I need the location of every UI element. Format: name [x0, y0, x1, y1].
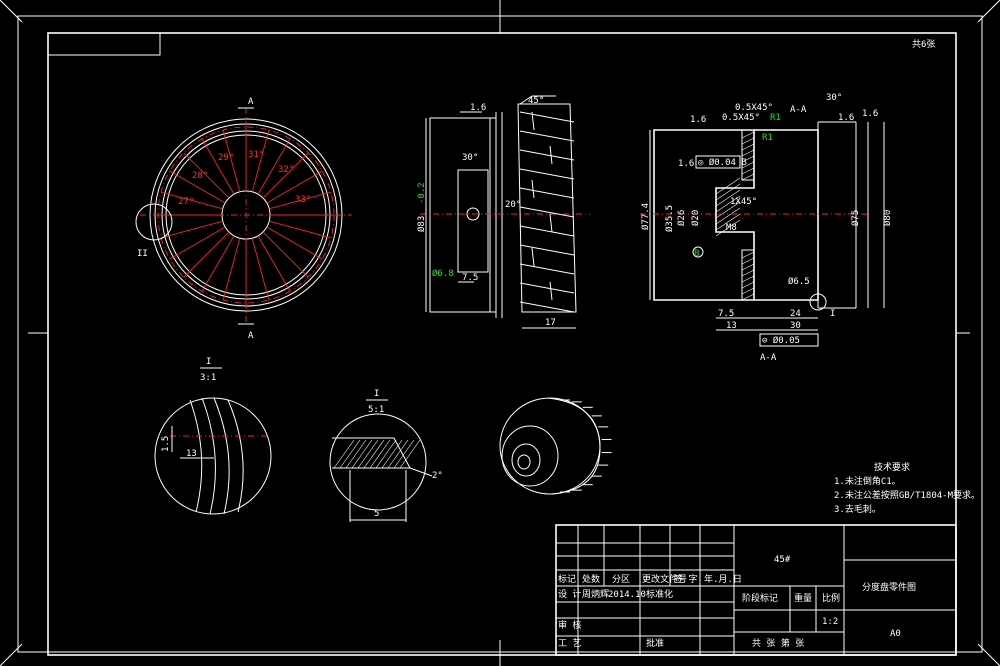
front-view: II A A 29° 31° 32° 33° 28° 27° [135, 97, 352, 341]
dia-20: Ø20 [690, 210, 701, 226]
detail2-den: 5:1 [368, 405, 384, 415]
lbl-approve: 批准 [646, 637, 664, 649]
rough-2: 1.6 [838, 113, 854, 123]
tol-frame: ◎ Ø0.04 B [698, 157, 747, 168]
gear-teeth-side [519, 111, 575, 313]
angle-label-4: 33° [295, 195, 311, 205]
angle-label-3: 32° [278, 165, 294, 175]
len-24: 24 [790, 309, 801, 319]
tech-req-title: 技术要求 [874, 461, 910, 473]
lbl-ymd: 年.月.日 [704, 573, 742, 585]
lbl-count: 处数 [582, 573, 600, 585]
radius-1: R1 [770, 113, 781, 123]
section-bottom-title: A-A [760, 353, 777, 363]
len-30: 30 [790, 321, 801, 331]
section-label-bottom: A [248, 331, 254, 341]
len-13: 13 [726, 321, 737, 331]
detail1-den: 3:1 [200, 373, 216, 383]
lbl-stage: 阶段标记 [742, 592, 778, 604]
drawing-name: 分度盘零件图 [862, 581, 916, 593]
rough-1: 1.6 [690, 115, 706, 125]
sheet-size: A0 [890, 629, 901, 639]
flatness-frame: ⊖ Ø0.05 [762, 335, 800, 346]
chamfer-c1: 1X45° [730, 197, 757, 207]
detail1-num: I [206, 357, 211, 367]
dia-26: Ø26 [676, 210, 687, 226]
angle-top: 45° [528, 96, 544, 106]
detail1-d15: 1.5 [161, 436, 171, 452]
lbl-review: 审 核 [558, 619, 581, 631]
detail2-d5: 5 [374, 509, 379, 519]
rough-3: 1.6 [862, 109, 878, 119]
section-label-top: A [248, 97, 254, 107]
material-label: 45# [774, 555, 791, 565]
dia-77: Ø77.4 [640, 203, 651, 230]
angle-label-6: 27° [178, 197, 194, 207]
dim-17-side: 17 [545, 318, 556, 328]
isometric-view [499, 397, 612, 495]
dia-side: Ø83 [416, 216, 427, 232]
corner-note: 共6张 [912, 39, 935, 50]
title-block: 45# 分度盘零件图 A0 1:2 2014.10 标记 处数 分区 更改文件号… [555, 524, 957, 656]
tech-req-3: 3.去毛刺。 [834, 503, 881, 515]
iso-teeth [560, 399, 612, 493]
tech-req-1: 1.未注倒角C1。 [834, 475, 901, 487]
radius-2: R1 [762, 133, 773, 143]
dia-35: Ø35.5 [664, 205, 675, 232]
chamfer-2: 0.5X45° [722, 113, 760, 123]
technical-requirements: 技术要求 1.未注倒角C1。 2.未注公差按照GB/T1804-M要求。 3.去… [834, 461, 980, 515]
thread-m8: M8 [726, 223, 737, 233]
lbl-sheets: 共 张 第 张 [752, 637, 804, 649]
detail2-angle: 2° [432, 471, 443, 481]
lbl-process: 工 艺 [558, 638, 581, 649]
detail-view-1: I 3:1 1.5 13 [154, 357, 272, 515]
detail-view-2: I 5:1 5 2° [329, 389, 443, 522]
angle-label-2: 31° [248, 150, 264, 160]
lbl-zone: 分区 [612, 574, 630, 585]
dia-6-5: Ø6.5 [788, 276, 810, 287]
roughness-side: 1.6 [470, 103, 486, 113]
date-value: 2014.10 [608, 590, 646, 600]
sheet-frame [0, 0, 1000, 666]
scale-value: 1:2 [822, 617, 838, 627]
designer-name: 周炳辉 [582, 588, 609, 600]
lbl-design: 设 计 [558, 588, 581, 600]
detail-i-callout: I [830, 309, 835, 319]
lbl-weight: 重量 [794, 592, 812, 604]
lbl-mark: 标记 [558, 573, 576, 585]
detail-callout-label: II [137, 249, 148, 259]
angle-label-5: 28° [192, 171, 208, 181]
dim-7-5-side: 7.5 [462, 273, 478, 283]
dia-75: Ø75 [850, 210, 861, 226]
chamfer-1: 0.5X45° [735, 103, 773, 113]
detail2-hatch [333, 439, 421, 469]
angle-mid: 20° [505, 200, 521, 210]
section-title: A-A [790, 105, 807, 115]
lbl-standardize: 标准化 [646, 588, 673, 600]
angle-label-1: 29° [218, 153, 234, 163]
hole-dia-side: Ø6.8 [432, 268, 454, 279]
side-view: 45° 30° 20° 1.6 Ø83 -0.2 Ø6.8 7.5 17 [416, 95, 590, 329]
angle-sec: 30° [826, 93, 842, 103]
section-view: A-A 0.5X45° 0.5X45° R1 R1 30° ◎ Ø0.04 B … [640, 93, 893, 363]
lbl-ratio: 比例 [822, 592, 840, 604]
detail2-num: I [374, 389, 379, 399]
datum-b: B [694, 249, 699, 259]
tech-req-2: 2.未注公差按照GB/T1804-M要求。 [834, 489, 980, 501]
lbl-sign: 签 字 [674, 573, 697, 585]
detail1-d13: 13 [186, 449, 197, 459]
rough-4: 1.6 [678, 159, 694, 169]
dia-side-tol: -0.2 [417, 182, 427, 204]
drawing-sheet: 共6张 II A A 29° 31° 32° 33° 28° 27° 45° 3… [0, 0, 1000, 666]
len-7-5: 7.5 [718, 309, 734, 319]
angle-slot: 30° [462, 153, 478, 163]
